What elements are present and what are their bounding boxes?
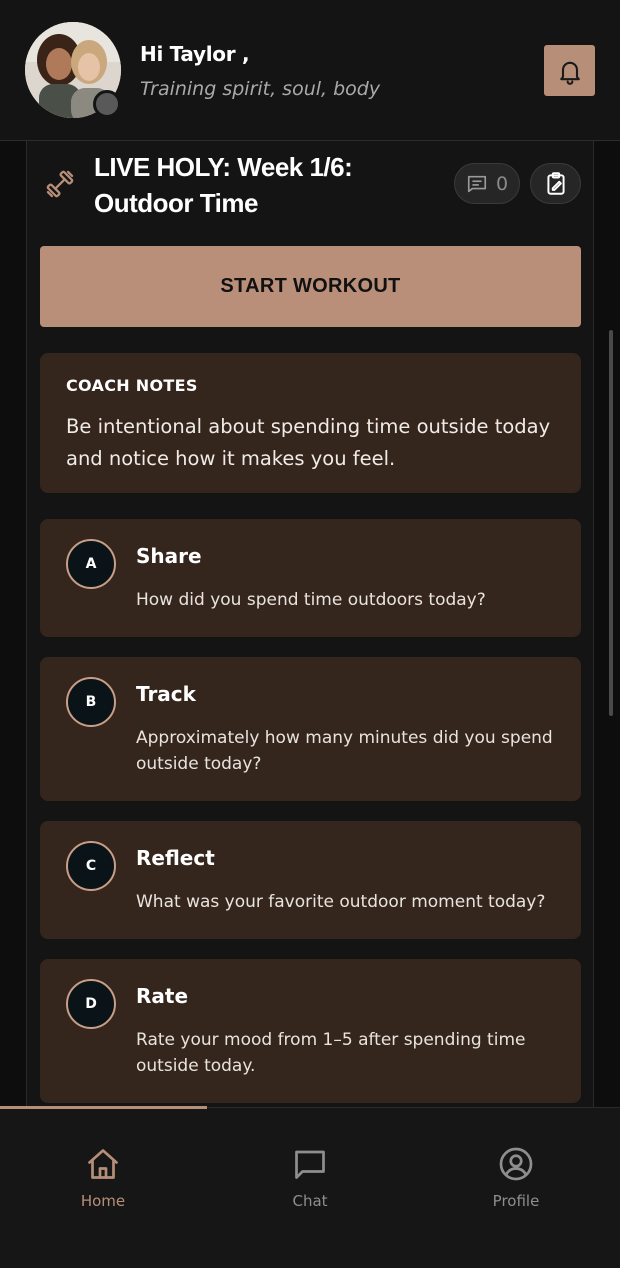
nav-home[interactable]: Home <box>33 1146 173 1210</box>
coach-notes-card: COACH NOTES Be intentional about spendin… <box>40 353 581 493</box>
coach-notes-text: Be intentional about spending time outsi… <box>66 415 551 470</box>
clipboard-button[interactable] <box>530 163 581 204</box>
nav-chat[interactable]: Chat <box>240 1146 380 1210</box>
comment-count: 0 <box>495 172 509 195</box>
notifications-button[interactable] <box>544 45 595 96</box>
chat-icon <box>295 1150 325 1179</box>
app-root: Hi Taylor , Training spirit, soul, body … <box>0 0 620 1268</box>
task-title: Rate <box>136 984 189 1008</box>
task-title: Reflect <box>136 846 215 870</box>
scrollbar[interactable] <box>609 330 613 716</box>
profile-icon <box>499 1147 533 1181</box>
task-card-rate[interactable]: D Rate Rate your mood from 1–5 after spe… <box>40 959 581 1103</box>
task-title: Share <box>136 544 202 568</box>
task-description: Approximately how many minutes did you s… <box>136 728 553 774</box>
task-description: What was your favorite outdoor moment to… <box>136 892 546 912</box>
task-card-share[interactable]: A Share How did you spend time outdoors … <box>40 519 581 637</box>
task-letter-badge: A <box>66 539 116 589</box>
comments-button[interactable]: 0 <box>454 163 520 204</box>
header: Hi Taylor , Training spirit, soul, body <box>0 0 620 141</box>
nav-profile-label: Profile <box>492 1192 540 1210</box>
task-letter-badge: B <box>66 677 116 727</box>
task-description: Rate your mood from 1–5 after spending t… <box>136 1030 526 1076</box>
avatar[interactable] <box>25 22 121 118</box>
clipboard-icon <box>546 171 565 195</box>
home-icon <box>88 1149 118 1179</box>
task-description: How did you spend time outdoors today? <box>136 590 486 610</box>
workout-panel: LIVE HOLY: Week 1/6: Outdoor Time 0 STAR… <box>26 141 594 1107</box>
nav-chat-label: Chat <box>292 1192 328 1210</box>
coach-notes-heading: COACH NOTES <box>66 376 198 395</box>
nav-home-label: Home <box>80 1192 126 1210</box>
task-letter-badge: C <box>66 841 116 891</box>
bell-icon <box>559 61 580 85</box>
task-card-track[interactable]: B Track Approximately how many minutes d… <box>40 657 581 801</box>
tagline: Training spirit, soul, body <box>140 78 381 100</box>
dumbbell-icon <box>46 170 74 198</box>
task-title: Track <box>136 682 196 706</box>
nav-profile[interactable]: Profile <box>446 1146 586 1210</box>
status-indicator <box>93 90 121 118</box>
task-card-reflect[interactable]: C Reflect What was your favorite outdoor… <box>40 821 581 939</box>
comment-icon <box>467 175 487 192</box>
active-tab-indicator <box>0 1106 207 1109</box>
greeting: Hi Taylor , <box>140 42 250 66</box>
bottom-nav: Home Chat Profile <box>0 1106 620 1268</box>
start-workout-button[interactable]: START WORKOUT <box>40 246 581 327</box>
task-letter-badge: D <box>66 979 116 1029</box>
workout-title: LIVE HOLY: Week 1/6: Outdoor Time <box>94 152 353 218</box>
